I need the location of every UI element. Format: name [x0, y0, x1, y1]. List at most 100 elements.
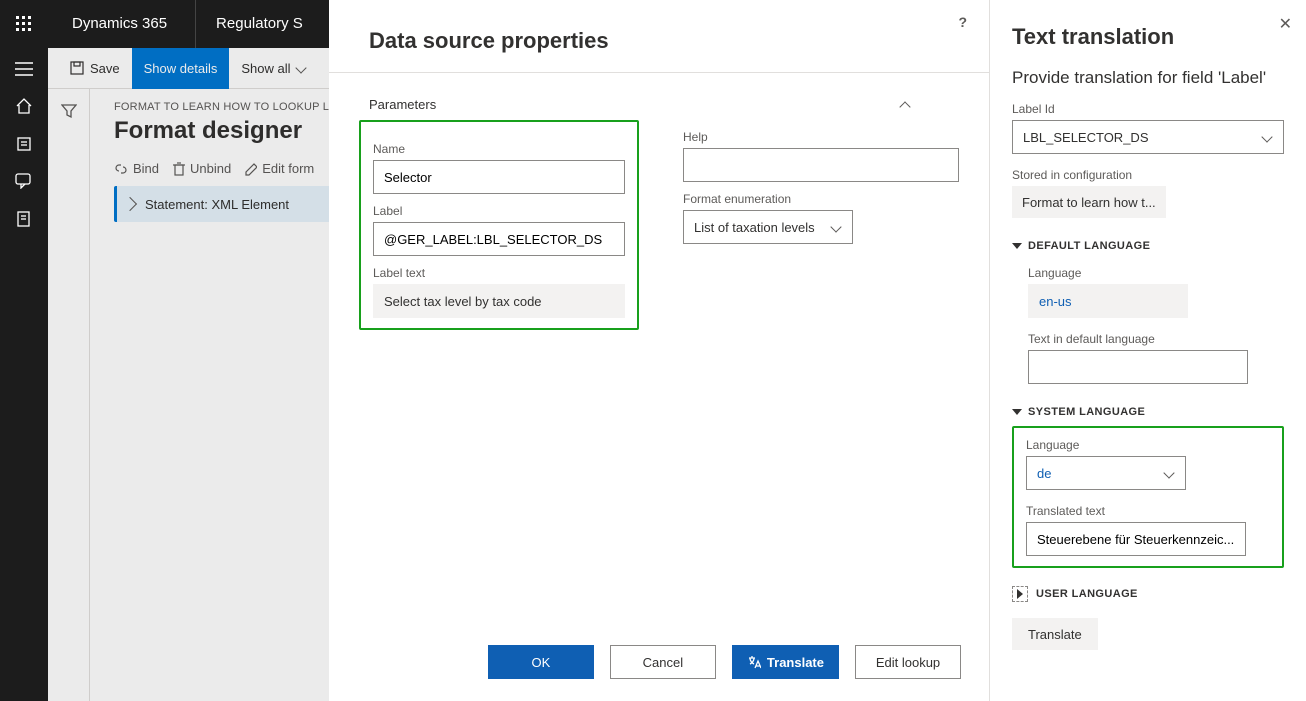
default-text-input-text[interactable]: [1039, 360, 1237, 375]
triangle-right-icon: [1017, 589, 1023, 599]
triangle-down-icon: [1012, 243, 1022, 249]
name-input[interactable]: [373, 160, 625, 194]
bind-label: Bind: [133, 161, 159, 176]
cancel-button[interactable]: Cancel: [610, 645, 716, 679]
name-input-text[interactable]: [384, 170, 614, 185]
system-lang-label: Language: [1026, 438, 1270, 452]
page-name[interactable]: Regulatory S: [196, 0, 323, 48]
enum-field-group: Format enumeration List of taxation leve…: [683, 192, 959, 244]
translate-label: Translate: [767, 655, 824, 670]
funnel-icon[interactable]: [61, 103, 77, 701]
stored-value-text: Format to learn how t...: [1022, 195, 1156, 210]
translation-subtitle: Provide translation for field 'Label': [1012, 68, 1284, 88]
label-text-field-group: Label text Select tax level by tax code: [373, 266, 625, 318]
unbind-label: Unbind: [190, 161, 231, 176]
label-input-text[interactable]: [384, 232, 614, 247]
hamburger-icon[interactable]: [15, 62, 33, 79]
chevron-down-icon: [295, 62, 306, 73]
label-text-value: Select tax level by tax code: [384, 294, 542, 309]
system-language-section[interactable]: SYSTEM LANGUAGE: [1012, 406, 1284, 418]
default-text-input[interactable]: [1028, 350, 1248, 384]
system-lang-select[interactable]: de: [1026, 456, 1186, 490]
help-label: Help: [683, 130, 959, 144]
translated-text-input-text[interactable]: [1037, 532, 1235, 547]
data-source-properties-panel: Data source properties ? Parameters Name…: [329, 0, 989, 701]
user-language-section[interactable]: USER LANGUAGE: [1012, 586, 1284, 602]
filter-column: [48, 89, 90, 701]
save-button[interactable]: Save: [58, 48, 132, 89]
default-text-label: Text in default language: [1028, 332, 1284, 346]
label-text-readonly: Select tax level by tax code: [373, 284, 625, 318]
chevron-down-icon: [1261, 131, 1272, 142]
help-input[interactable]: [683, 148, 959, 182]
unbind-button[interactable]: Unbind: [173, 161, 231, 176]
edit-lookup-button[interactable]: Edit lookup: [855, 645, 961, 679]
close-icon[interactable]: ✕: [1279, 14, 1292, 34]
default-text-group: Text in default language: [1028, 332, 1284, 384]
translate-button[interactable]: Translate: [732, 645, 839, 679]
enum-selected: List of taxation levels: [694, 220, 815, 235]
show-details-button[interactable]: Show details: [132, 48, 230, 89]
stored-label: Stored in configuration: [1012, 168, 1284, 182]
stored-config-group: Stored in configuration Format to learn …: [1012, 168, 1284, 218]
user-language-header: USER LANGUAGE: [1036, 588, 1138, 600]
triangle-down-icon: [1012, 409, 1022, 415]
help-icon[interactable]: ?: [958, 14, 967, 30]
labelid-select[interactable]: LBL_SELECTOR_DS: [1012, 120, 1284, 154]
link-icon: [114, 162, 128, 176]
ok-button[interactable]: OK: [488, 645, 594, 679]
labelid-label: Label Id: [1012, 102, 1284, 116]
panel-button-row: OK Cancel Translate Edit lookup: [488, 645, 961, 679]
parameters-section-header[interactable]: Parameters: [329, 73, 989, 112]
translated-text-group: Translated text: [1026, 504, 1270, 556]
translate-icon: [747, 655, 761, 669]
edit-formula-button[interactable]: Edit form: [245, 161, 314, 176]
panel-title-text: Data source properties: [369, 28, 609, 53]
save-icon: [70, 61, 84, 75]
app-launcher-icon[interactable]: [0, 0, 48, 48]
system-language-highlight-box: Language de Translated text: [1012, 426, 1284, 568]
panel-title: Data source properties ?: [329, 0, 989, 73]
caret-right-icon: [123, 197, 137, 211]
labelid-field-group: Label Id LBL_SELECTOR_DS: [1012, 102, 1284, 154]
cancel-label: Cancel: [643, 655, 683, 670]
doc-icon[interactable]: [16, 210, 32, 231]
show-all-label: Show all: [241, 61, 290, 76]
help-input-text[interactable]: [694, 158, 948, 173]
default-lang-value-field[interactable]: en-us: [1028, 284, 1188, 318]
label-text-label: Label text: [373, 266, 625, 280]
pencil-icon: [245, 162, 257, 176]
label-label: Label: [373, 204, 625, 218]
translate-action-button[interactable]: Translate: [1012, 618, 1098, 650]
translated-text-label: Translated text: [1026, 504, 1270, 518]
bind-button[interactable]: Bind: [114, 161, 159, 176]
system-lang-group: Language de: [1026, 438, 1270, 490]
show-all-dropdown[interactable]: Show all: [229, 48, 318, 89]
chat-icon[interactable]: [15, 173, 33, 192]
home-icon[interactable]: [15, 97, 33, 118]
chevron-up-icon: [899, 101, 910, 112]
translation-title: Text translation: [1012, 24, 1284, 50]
list-icon[interactable]: [16, 136, 32, 155]
text-translation-panel: ✕ Text translation Provide translation f…: [989, 0, 1306, 701]
chevron-down-icon: [830, 221, 841, 232]
default-lang-value: en-us: [1039, 294, 1072, 309]
name-field-group: Name: [373, 142, 625, 194]
parameters-grid: Name Label Label text Select tax level b…: [329, 112, 989, 350]
label-field-group: Label: [373, 204, 625, 256]
name-label: Name: [373, 142, 625, 156]
ok-label: OK: [532, 655, 551, 670]
format-enumeration-select[interactable]: List of taxation levels: [683, 210, 853, 244]
system-language-header: SYSTEM LANGUAGE: [1028, 406, 1145, 418]
labelid-value: LBL_SELECTOR_DS: [1023, 130, 1149, 145]
translate-action-label: Translate: [1028, 627, 1082, 642]
save-label: Save: [90, 61, 120, 76]
translated-text-input[interactable]: [1026, 522, 1246, 556]
label-input[interactable]: [373, 222, 625, 256]
default-language-group: Language en-us: [1028, 266, 1284, 318]
app-name[interactable]: Dynamics 365: [48, 0, 196, 48]
default-language-section[interactable]: DEFAULT LANGUAGE: [1012, 240, 1284, 252]
system-lang-value: de: [1037, 466, 1051, 481]
default-language-header: DEFAULT LANGUAGE: [1028, 240, 1150, 252]
edit-lookup-label: Edit lookup: [876, 655, 940, 670]
